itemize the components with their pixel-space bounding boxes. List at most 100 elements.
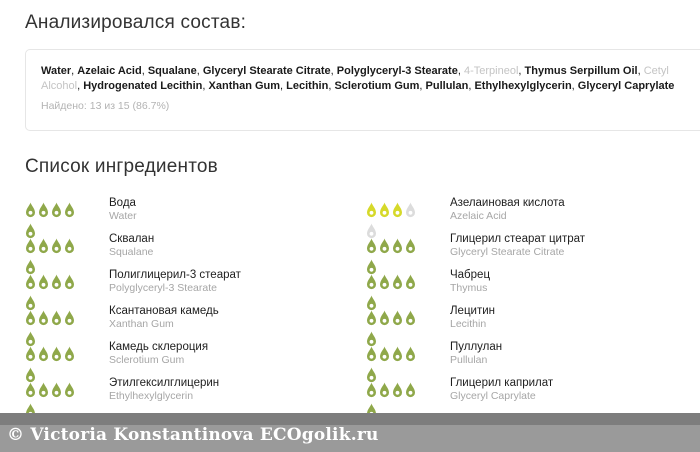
drop-icon bbox=[380, 274, 389, 290]
drop-icon bbox=[367, 310, 376, 326]
drop-icon bbox=[380, 310, 389, 326]
ingredient-name-latin: Sclerotium Gum bbox=[109, 354, 185, 366]
ingredient-rating bbox=[366, 202, 426, 239]
ingredient-rating bbox=[366, 382, 426, 419]
drop-icon bbox=[26, 310, 35, 326]
drop-icon bbox=[367, 274, 376, 290]
composition-ingredient: Sclerotium Gum bbox=[334, 80, 420, 92]
ingredient-names: Глицерил стеарат цитрат Glyceryl Stearate… bbox=[450, 233, 585, 259]
ingredient-name-ru[interactable]: Глицерил каприлат bbox=[450, 377, 553, 390]
composition-ingredient: Ethylhexylglycerin bbox=[474, 80, 572, 92]
composition-box: Water, Azelaic Acid, Squalane, Glyceryl … bbox=[25, 49, 700, 131]
ingredient-names: Лецитин Lecithin bbox=[450, 305, 495, 331]
drop-icon bbox=[380, 202, 389, 218]
drop-icon bbox=[52, 310, 61, 326]
drop-icon bbox=[367, 238, 376, 254]
drop-icon bbox=[26, 295, 35, 311]
drop-icon bbox=[65, 274, 74, 290]
ingredient-names: Сквалан Squalane bbox=[109, 233, 154, 259]
ingredient-rating bbox=[366, 310, 426, 347]
ingredient-name-ru[interactable]: Этилгексилглицерин bbox=[109, 377, 219, 390]
composition-ingredient: Glyceryl Caprylate bbox=[577, 80, 675, 92]
ingredient-name-ru[interactable]: Лецитин bbox=[450, 305, 495, 318]
drop-icon bbox=[52, 346, 61, 362]
drop-icon bbox=[367, 295, 376, 311]
ingredient-name-ru[interactable]: Глицерил стеарат цитрат bbox=[450, 233, 585, 246]
ingredient-rating bbox=[25, 310, 85, 347]
drop-icon bbox=[367, 367, 376, 383]
ingredient-names: Полиглицерил-3 стеарат Polyglyceryl-3 Ste… bbox=[109, 269, 241, 295]
ingredient-names: Пуллулан Pullulan bbox=[450, 341, 502, 367]
drop-icon bbox=[26, 382, 35, 398]
drop-icon bbox=[39, 274, 48, 290]
drop-icon bbox=[65, 238, 74, 254]
ingredient-name-ru[interactable]: Сквалан bbox=[109, 233, 154, 246]
drop-icon bbox=[26, 223, 35, 239]
ingredient-name-ru[interactable]: Камедь склероция bbox=[109, 341, 208, 354]
composition-ingredient: Azelaic Acid bbox=[77, 65, 142, 77]
composition-ingredient: 4-Terpineol bbox=[463, 65, 519, 77]
ingredient-name-latin: Azelaic Acid bbox=[450, 210, 507, 222]
drop-icon bbox=[380, 346, 389, 362]
drop-icon bbox=[393, 382, 402, 398]
ingredient-names: Камедь склероция Sclerotium Gum bbox=[109, 341, 208, 367]
drop-icon bbox=[406, 238, 415, 254]
ingredient-names: Вода Water bbox=[109, 197, 137, 223]
ingredient-name-ru[interactable]: Ксантановая камедь bbox=[109, 305, 219, 318]
composition-ingredient: Polyglyceryl-3 Stearate bbox=[336, 65, 458, 77]
drop-icon bbox=[26, 202, 35, 218]
drop-icon bbox=[26, 331, 35, 347]
drop-icon bbox=[406, 382, 415, 398]
ingredient-name-ru[interactable]: Чабрец bbox=[450, 269, 490, 282]
ingredient-name-ru[interactable]: Полиглицерил-3 стеарат bbox=[109, 269, 241, 282]
drop-icon bbox=[367, 346, 376, 362]
drop-icon bbox=[26, 367, 35, 383]
composition-ingredient: Water bbox=[41, 65, 72, 77]
ingredient-rating bbox=[25, 382, 85, 419]
drop-icon bbox=[52, 238, 61, 254]
ingredient-name-latin: Glyceryl Stearate Citrate bbox=[450, 246, 565, 258]
ingredient-rating bbox=[25, 202, 85, 239]
drop-icon bbox=[367, 382, 376, 398]
ingredient-rating bbox=[366, 238, 426, 275]
ingredient-name-latin: Xanthan Gum bbox=[109, 318, 174, 330]
ingredient-name-ru[interactable]: Азелаиновая кислота bbox=[450, 197, 565, 210]
watermark: © Victoria Konstantinova ECOgolik.ru bbox=[7, 425, 379, 445]
ingredient-names: Чабрец Thymus bbox=[450, 269, 490, 295]
composition-ingredient: Pullulan bbox=[425, 80, 469, 92]
ingredient-name-latin: Ethylhexylglycerin bbox=[109, 390, 194, 402]
composition-ingredient: Squalane bbox=[147, 65, 197, 77]
drop-icon bbox=[26, 274, 35, 290]
drop-icon bbox=[393, 274, 402, 290]
drop-icon bbox=[65, 310, 74, 326]
drop-icon bbox=[52, 274, 61, 290]
ingredient-rating bbox=[366, 346, 426, 383]
drop-icon bbox=[26, 259, 35, 275]
drop-icon bbox=[26, 238, 35, 254]
ingredient-name-latin: Pullulan bbox=[450, 354, 488, 366]
ingredient-name-ru[interactable]: Вода bbox=[109, 197, 137, 210]
ingredient-rating bbox=[25, 238, 85, 275]
drop-icon bbox=[380, 382, 389, 398]
composition-text: Water, Azelaic Acid, Squalane, Glyceryl … bbox=[41, 65, 675, 92]
ingredient-name-latin: Glyceryl Caprylate bbox=[450, 390, 536, 402]
ingredients-list-title: Список ингредиентов bbox=[25, 156, 218, 177]
composition-ingredient: Thymus Serpillum Oil bbox=[524, 65, 638, 77]
drop-icon bbox=[65, 346, 74, 362]
drop-icon bbox=[406, 202, 415, 218]
ingredient-name-latin: Thymus bbox=[450, 282, 488, 294]
drop-icon bbox=[39, 202, 48, 218]
drop-icon bbox=[406, 346, 415, 362]
drop-icon bbox=[393, 310, 402, 326]
ingredient-names: Азелаиновая кислота Azelaic Acid bbox=[450, 197, 565, 223]
ingredient-name-ru[interactable]: Пуллулан bbox=[450, 341, 502, 354]
drop-icon bbox=[367, 223, 376, 239]
drop-icon bbox=[26, 346, 35, 362]
composition-ingredient: Xanthan Gum bbox=[208, 80, 281, 92]
composition-ingredient: Hydrogenated Lecithin bbox=[83, 80, 203, 92]
drop-icon bbox=[406, 274, 415, 290]
analysis-title: Анализировался состав: bbox=[25, 12, 247, 33]
ingredient-rating bbox=[25, 274, 85, 311]
ingredient-name-latin: Squalane bbox=[109, 246, 154, 258]
drop-icon bbox=[52, 382, 61, 398]
